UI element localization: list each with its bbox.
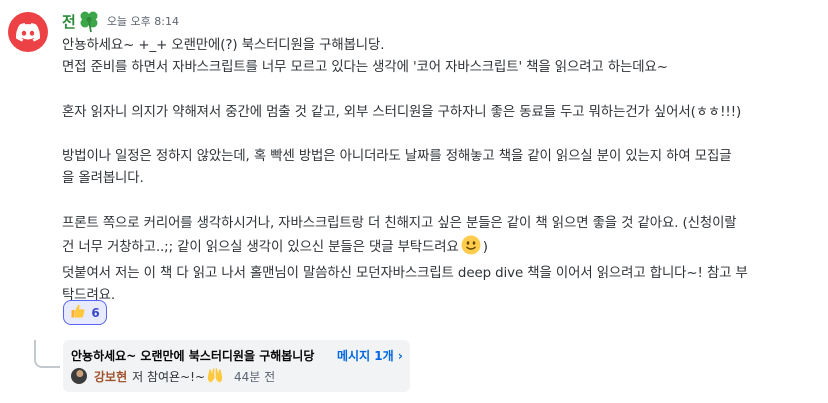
thread-preview[interactable]: 안뇽하세요~ 오랜만에 북스터디원을 구해봅니당 메시지 1개 › 강보현 저 …	[63, 340, 410, 392]
thread-message-count[interactable]: 메시지 1개 ›	[337, 347, 403, 364]
message-line: 면접 준비를 하면서 자바스크립트를 너무 모르고 있다는 생각에 '코어 자바…	[62, 60, 668, 76]
message-line: 덧붙여서 저는 이 책 다 읽고 나서 홀맨님이 말씀하신 모던자바스크립트 d…	[62, 265, 748, 281]
message-line: 프론트 쪽으로 커리어를 생각하시거나, 자바스크립트랑 더 친해지고 싶은 분…	[62, 215, 737, 231]
thread-last-message-text: 저 참여욘~!~	[132, 369, 206, 384]
thread-last-author: 강보현	[94, 369, 128, 384]
thread-last-time: 44분 전	[234, 369, 276, 384]
thread-last-message: 강보현 저 참여욘~!~ 44분 전	[71, 367, 275, 385]
message-content: 안뇽하세요~ +_+ 오랜만에(?) 북스터디원을 구해봅니당. 면접 준비를 …	[62, 35, 818, 307]
message-line: 탁드려요.	[62, 288, 116, 304]
message-blank-line	[62, 190, 818, 212]
thread-title[interactable]: 안뇽하세요~ 오랜만에 북스터디원을 구해봅니당	[71, 347, 314, 364]
message-line: 혼자 읽자니 의지가 약해져서 중간에 멈출 것 같고, 외부 스터디원을 구하…	[62, 104, 742, 120]
reaction-count: 6	[91, 305, 100, 320]
message-line-suffix: )	[482, 239, 488, 255]
message-header: 전 오늘 오후 8:14	[62, 8, 179, 34]
thread-connector	[34, 340, 60, 368]
message-timestamp[interactable]: 오늘 오후 8:14	[107, 13, 179, 29]
thumbs-up-icon	[70, 303, 86, 323]
message-line-text: 건 너무 거창하고..;; 같이 읽으실 생각이 있으신 분들은 댓글 부탁드려…	[62, 239, 459, 255]
message-line: 을 올려봅니다.	[62, 171, 144, 187]
message-line: 방법이나 일정은 정하지 않았는데, 혹 빡센 방법은 아니더라도 날짜를 정해…	[62, 148, 732, 164]
discord-avatar[interactable]	[8, 12, 48, 52]
raising-hands-icon	[206, 367, 224, 385]
message-line-with-emoji: 건 너무 거창하고..;; 같이 읽으실 생각이 있으신 분들은 댓글 부탁드려…	[62, 235, 818, 263]
message-blank-line	[62, 79, 818, 101]
discord-logo-icon	[16, 22, 40, 41]
four-leaf-clover-icon	[77, 9, 101, 33]
reaction-thumbs-up[interactable]: 6	[63, 300, 107, 325]
thread-author-avatar	[71, 368, 87, 384]
message-line: 안뇽하세요~ +_+ 오랜만에(?) 북스터디원을 구해봅니당.	[62, 38, 385, 53]
smiling-face-icon	[461, 235, 481, 263]
message-author[interactable]: 전	[62, 11, 76, 32]
message-blank-line	[62, 124, 818, 146]
